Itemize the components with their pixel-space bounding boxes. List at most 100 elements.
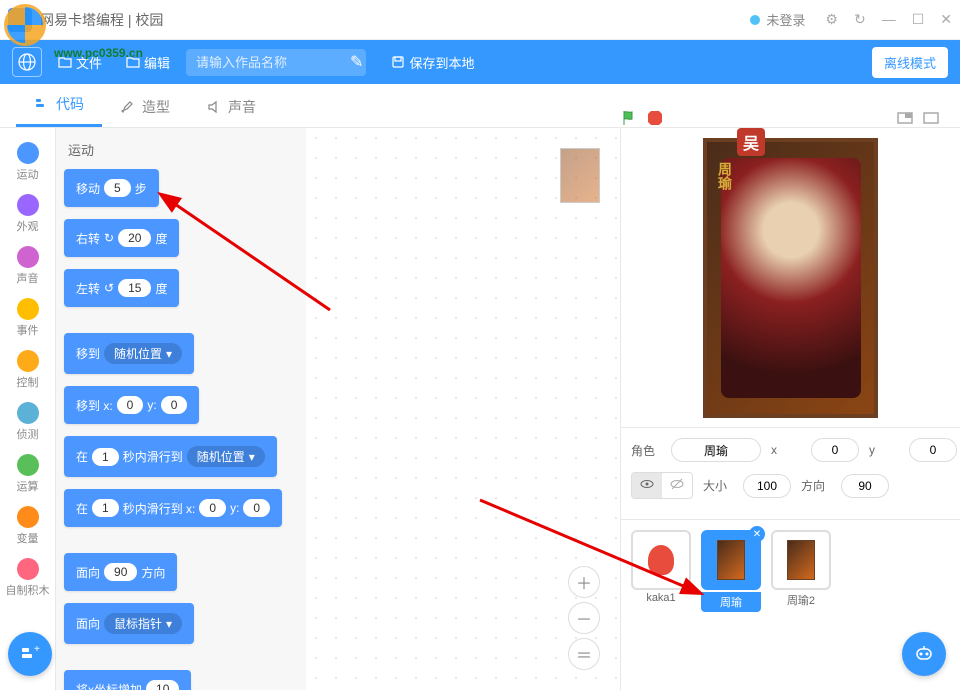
- script-area[interactable]: ＋ － ＝: [306, 128, 620, 690]
- visibility-toggle: [631, 472, 693, 499]
- block-goto-xy[interactable]: 移到 x: 0 y: 0: [64, 386, 199, 424]
- user-status[interactable]: 未登录: [750, 10, 805, 29]
- tab-costumes[interactable]: 造型: [102, 87, 188, 127]
- y-input[interactable]: [909, 438, 957, 462]
- folder-icon: [126, 55, 140, 69]
- palette-title: 运动: [64, 140, 298, 159]
- y-label: y: [869, 443, 899, 457]
- zoom-in-button[interactable]: ＋: [568, 566, 600, 598]
- save-icon: [391, 55, 405, 69]
- stage-preview: 吴 周瑜: [621, 128, 960, 428]
- app-logo: [8, 8, 32, 32]
- sprite-item-zhouyu2[interactable]: 周瑜2: [771, 530, 831, 612]
- category-control[interactable]: 控制: [0, 344, 55, 396]
- settings-icon[interactable]: ⚙: [825, 11, 838, 28]
- turn-right-icon: ↻: [104, 231, 114, 245]
- delete-sprite-button[interactable]: ✕: [749, 526, 765, 542]
- menubar: 文件 编辑 ✎ 保存到本地 离线模式: [0, 40, 960, 84]
- sprite-item-kaka1[interactable]: kaka1: [631, 530, 691, 612]
- save-local-button[interactable]: 保存到本地: [391, 53, 474, 72]
- extension-button[interactable]: +: [8, 632, 52, 676]
- globe-icon: [18, 53, 36, 71]
- show-button[interactable]: [632, 473, 662, 498]
- block-turn-left[interactable]: 左转 ↺ 15 度: [64, 269, 179, 307]
- titlebar: 网易卡塔编程 | 校园 未登录 ⚙ ↻ — ☐ ✕: [0, 0, 960, 40]
- offline-mode-button[interactable]: 离线模式: [872, 47, 948, 78]
- minimize-icon[interactable]: —: [882, 11, 896, 28]
- character-figure: [721, 158, 861, 398]
- kaka-icon: [648, 545, 674, 575]
- file-menu[interactable]: 文件: [50, 49, 110, 76]
- workspace-sprite-preview: [560, 148, 600, 203]
- large-stage-icon[interactable]: [922, 109, 940, 127]
- close-icon[interactable]: ✕: [940, 11, 952, 28]
- right-panel: 吴 周瑜 角色 x y: [620, 128, 960, 690]
- category-sound[interactable]: 声音: [0, 240, 55, 292]
- edit-menu-label: 编辑: [144, 53, 170, 72]
- ai-chat-button[interactable]: [902, 632, 946, 676]
- eye-icon: [640, 477, 654, 491]
- zoom-controls: ＋ － ＝: [568, 566, 600, 670]
- zoom-reset-button[interactable]: ＝: [568, 638, 600, 670]
- app-title: 网易卡塔编程 | 校园: [40, 10, 163, 30]
- category-operators[interactable]: 运算: [0, 448, 55, 500]
- tab-sounds[interactable]: 声音: [188, 87, 274, 127]
- window-controls: ⚙ ↻ — ☐ ✕: [825, 11, 952, 28]
- user-status-text: 未登录: [766, 10, 805, 29]
- block-change-x[interactable]: 将x坐标增加 10: [64, 670, 191, 690]
- turn-left-icon: ↺: [104, 281, 114, 295]
- sound-icon: [206, 99, 222, 115]
- role-label: 角色: [631, 442, 661, 459]
- svg-text:+: +: [34, 644, 40, 655]
- category-variables[interactable]: 变量: [0, 500, 55, 552]
- glide-dropdown[interactable]: 随机位置 ▾: [187, 446, 265, 467]
- refresh-icon[interactable]: ↻: [854, 11, 866, 28]
- goto-dropdown[interactable]: 随机位置 ▾: [104, 343, 182, 364]
- file-menu-label: 文件: [76, 53, 102, 72]
- size-input[interactable]: [743, 474, 791, 498]
- card-mini-icon: [787, 540, 815, 580]
- point-to-dropdown[interactable]: 鼠标指针 ▾: [104, 613, 182, 634]
- block-point-towards[interactable]: 面向 鼠标指针 ▾: [64, 603, 194, 644]
- block-point-direction[interactable]: 面向 90 方向: [64, 553, 177, 591]
- block-glide-to[interactable]: 在 1 秒内滑行到 随机位置 ▾: [64, 436, 277, 477]
- sprite-list: kaka1 ✕ 周瑜 周瑜2: [621, 520, 960, 622]
- code-icon: [34, 96, 50, 112]
- block-palette: 运动 移动 5 步 右转 ↻ 20 度 左转 ↺ 15 度 移到 随机位置 ▾ …: [56, 128, 306, 690]
- block-turn-right[interactable]: 右转 ↻ 20 度: [64, 219, 179, 257]
- maximize-icon[interactable]: ☐: [912, 11, 925, 28]
- block-glide-xy[interactable]: 在 1 秒内滑行到 x: 0 y: 0: [64, 489, 282, 527]
- category-sensing[interactable]: 侦测: [0, 396, 55, 448]
- category-motion[interactable]: 运动: [0, 136, 55, 188]
- edit-name-icon[interactable]: ✎: [350, 52, 363, 72]
- green-flag-icon[interactable]: [620, 109, 638, 127]
- block-goto[interactable]: 移到 随机位置 ▾: [64, 333, 194, 374]
- sprite-name-input[interactable]: [671, 438, 761, 462]
- stop-icon[interactable]: [646, 109, 664, 127]
- project-name-input[interactable]: [186, 49, 366, 76]
- tab-costumes-label: 造型: [142, 97, 170, 117]
- main-area: 运动 外观 声音 事件 控制 侦测 运算 变量 自制积木 运动 移动 5 步 右…: [0, 128, 960, 690]
- stage-controls: [620, 109, 664, 127]
- card-name: 周瑜: [715, 162, 735, 190]
- category-myblocks[interactable]: 自制积木: [0, 552, 55, 604]
- x-input[interactable]: [811, 438, 859, 462]
- language-button[interactable]: [12, 47, 42, 77]
- hide-button[interactable]: [662, 473, 692, 498]
- stage-sprite-card[interactable]: 吴 周瑜: [703, 138, 878, 418]
- tab-code[interactable]: 代码: [16, 84, 102, 127]
- category-looks[interactable]: 外观: [0, 188, 55, 240]
- direction-input[interactable]: [841, 474, 889, 498]
- card-badge: 吴: [737, 128, 765, 156]
- folder-icon: [58, 55, 72, 69]
- small-stage-icon[interactable]: [896, 109, 914, 127]
- zoom-out-button[interactable]: －: [568, 602, 600, 634]
- dir-label: 方向: [801, 477, 831, 494]
- sprite-info-panel: 角色 x y 大小 方向: [621, 428, 960, 520]
- card-mini-icon: [717, 540, 745, 580]
- tab-sounds-label: 声音: [228, 97, 256, 117]
- category-events[interactable]: 事件: [0, 292, 55, 344]
- sprite-item-zhouyu[interactable]: ✕ 周瑜: [701, 530, 761, 612]
- edit-menu[interactable]: 编辑: [118, 49, 178, 76]
- block-move-steps[interactable]: 移动 5 步: [64, 169, 159, 207]
